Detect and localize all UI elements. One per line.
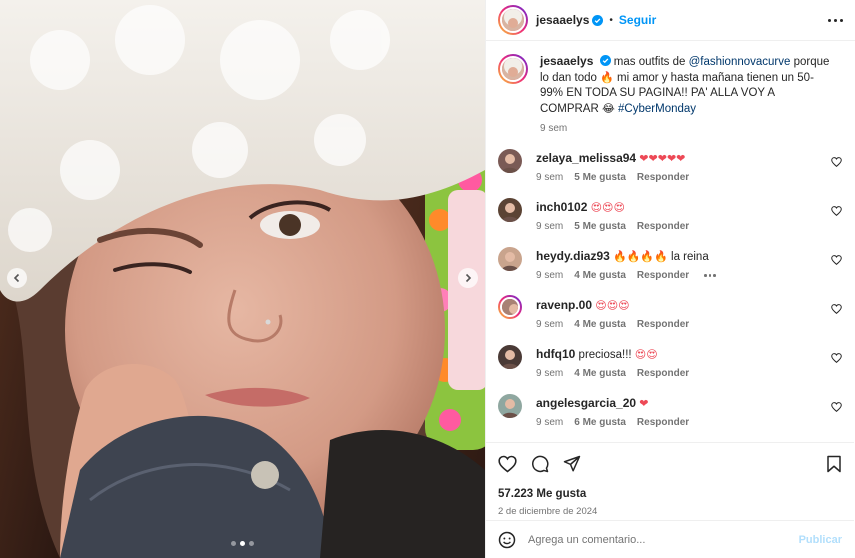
follow-button[interactable]: Seguir <box>619 13 656 27</box>
verified-icon <box>592 14 604 26</box>
comment-row: heydy.diaz93 🔥🔥🔥🔥 la reina 9 sem 4 Me gu… <box>498 246 842 295</box>
like-comment-heart-icon[interactable] <box>831 157 842 167</box>
comment-username[interactable]: inch0102 <box>536 200 587 214</box>
comment-likes[interactable]: 4 Me gusta <box>574 319 626 330</box>
comment-time: 9 sem <box>536 172 564 183</box>
caption-text-1: mas outfits de <box>610 56 689 68</box>
next-image-button[interactable] <box>458 268 478 288</box>
carousel-indicator <box>231 541 254 546</box>
more-icon <box>828 18 831 22</box>
commenter-avatar[interactable] <box>498 345 522 369</box>
comment-icon[interactable] <box>531 455 549 473</box>
share-icon[interactable] <box>563 455 581 473</box>
post-caption: jesaaelys mas outfits de @fashionnovacur… <box>498 54 842 134</box>
like-comment-heart-icon[interactable] <box>831 255 842 265</box>
caption-avatar[interactable] <box>498 54 528 84</box>
comment-row: inch0102 😍😍😍 9 sem 5 Me gusta Responder <box>498 197 842 246</box>
comment-row: hdfq10 preciosa!!! 😍😍 9 sem 4 Me gusta R… <box>498 344 842 393</box>
comment-emoji: 😍😍 <box>634 349 658 361</box>
commenter-avatar[interactable] <box>498 394 522 418</box>
commenter-avatar[interactable] <box>498 247 522 271</box>
post-header: jesaaelys • Seguir <box>486 0 855 41</box>
like-comment-heart-icon[interactable] <box>831 304 842 314</box>
comment-username[interactable]: hdfq10 <box>536 347 575 361</box>
reply-button[interactable]: Responder <box>637 270 689 281</box>
comment-likes[interactable]: 6 Me gusta <box>574 417 626 428</box>
caption-hashtag-link[interactable]: #CyberMonday <box>615 103 696 115</box>
comment-text: preciosa!!! <box>578 349 635 361</box>
comment-input[interactable] <box>528 533 787 546</box>
publish-button[interactable]: Publicar <box>799 534 842 546</box>
comment-likes[interactable]: 5 Me gusta <box>574 221 626 232</box>
comment-username[interactable]: zelaya_melissa94 <box>536 151 636 165</box>
carousel-dot <box>231 541 236 546</box>
comment-time: 9 sem <box>536 319 564 330</box>
verified-icon <box>599 55 611 66</box>
caption-time: 9 sem <box>540 123 568 134</box>
comment-emoji: 😍😍😍 <box>590 202 625 214</box>
add-comment-bar: Publicar <box>486 520 854 558</box>
post-photo <box>0 0 485 558</box>
reply-button[interactable]: Responder <box>637 221 689 232</box>
comment-username[interactable]: heydy.diaz93 <box>536 249 610 263</box>
author-username[interactable]: jesaaelys <box>536 13 589 27</box>
separator-dot: • <box>609 14 613 26</box>
comments-list[interactable]: jesaaelys mas outfits de @fashionnovacur… <box>486 42 854 442</box>
comment-time: 9 sem <box>536 417 564 428</box>
chevron-right-icon <box>465 273 472 283</box>
comment-username[interactable]: ravenp.00 <box>536 298 592 312</box>
reply-button[interactable]: Responder <box>637 319 689 330</box>
like-comment-heart-icon[interactable] <box>831 402 842 412</box>
chevron-left-icon <box>13 273 20 283</box>
comment-emoji: ❤❤❤❤❤ <box>639 153 686 165</box>
commenter-avatar[interactable] <box>498 295 522 319</box>
reply-button[interactable]: Responder <box>637 368 689 379</box>
comment-time: 9 sem <box>536 368 564 379</box>
post-media[interactable] <box>0 0 485 558</box>
comment-row: angelesgarcia_20 ❤ 9 sem 6 Me gusta Resp… <box>498 393 842 442</box>
post-date: 2 de diciembre de 2024 <box>498 506 598 517</box>
comment-likes[interactable]: 4 Me gusta <box>574 368 626 379</box>
heart-icon[interactable] <box>498 455 517 473</box>
comment-text: la reina <box>667 251 709 263</box>
grin-emoji: 😂 <box>601 102 615 115</box>
commenter-avatar[interactable] <box>498 149 522 173</box>
comment-time: 9 sem <box>536 221 564 232</box>
comment-emoji: 🔥🔥🔥🔥 <box>613 251 668 263</box>
reply-button[interactable]: Responder <box>637 172 689 183</box>
post-side-panel: jesaaelys • Seguir jesaaelys mas outfits… <box>485 0 855 558</box>
emoji-icon[interactable] <box>498 531 516 549</box>
like-comment-heart-icon[interactable] <box>831 353 842 363</box>
commenter-avatar[interactable] <box>498 198 522 222</box>
caption-username[interactable]: jesaaelys <box>540 54 593 68</box>
carousel-dot <box>249 541 254 546</box>
bookmark-icon[interactable] <box>826 455 842 473</box>
reply-button[interactable]: Responder <box>637 417 689 428</box>
comment-row: ravenp.00 😍😍😍 9 sem 4 Me gusta Responder <box>498 295 842 344</box>
comment-row: zelaya_melissa94 ❤❤❤❤❤ 9 sem 5 Me gusta … <box>498 148 842 197</box>
comment-likes[interactable]: 4 Me gusta <box>574 270 626 281</box>
comment-time: 9 sem <box>536 270 564 281</box>
likes-count[interactable]: 57.223 Me gusta <box>498 488 842 500</box>
comment-likes[interactable]: 5 Me gusta <box>574 172 626 183</box>
author-avatar[interactable] <box>498 5 528 35</box>
carousel-dot-active <box>240 541 245 546</box>
caption-mention-link[interactable]: @fashionnovacurve <box>689 56 791 68</box>
more-options-button[interactable] <box>828 18 843 22</box>
comment-options-button[interactable] <box>704 274 716 277</box>
post-actions: 57.223 Me gusta 2 de diciembre de 2024 <box>486 442 854 517</box>
like-comment-heart-icon[interactable] <box>831 206 842 216</box>
fire-emoji: 🔥 <box>600 71 614 84</box>
comment-emoji: 😍😍😍 <box>595 300 630 312</box>
comment-username[interactable]: angelesgarcia_20 <box>536 396 636 410</box>
previous-image-button[interactable] <box>7 268 27 288</box>
comment-emoji: ❤ <box>639 398 649 410</box>
